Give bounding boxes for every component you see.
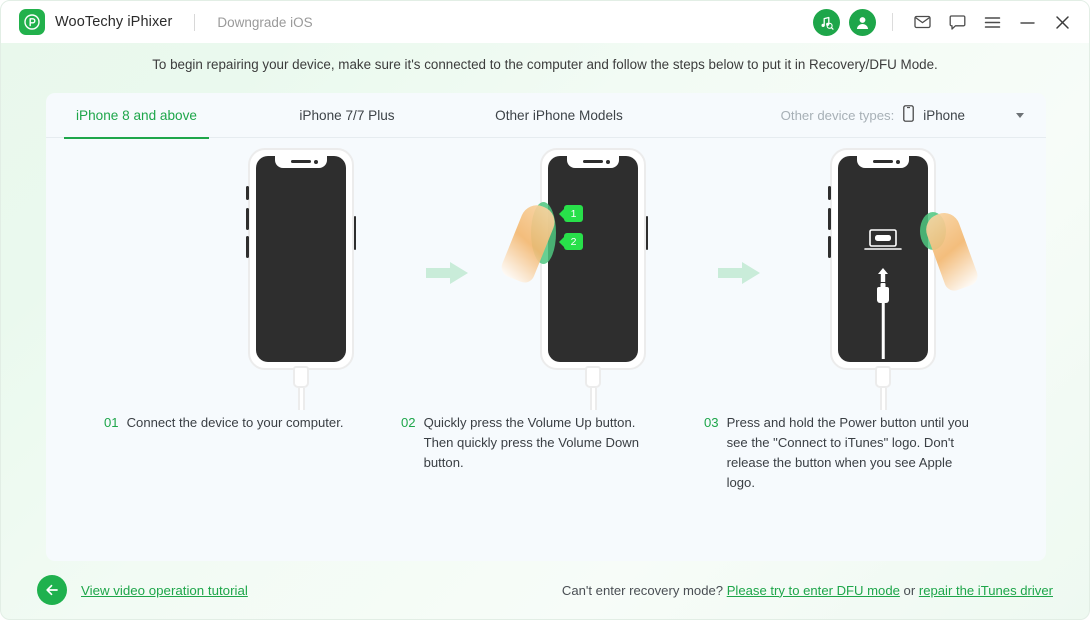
- phone-camera: [314, 159, 318, 164]
- itunes-driver-link[interactable]: repair the iTunes driver: [919, 583, 1053, 598]
- mute-switch: [246, 186, 249, 200]
- close-icon[interactable]: [1049, 10, 1075, 34]
- callout-badge-1: 1: [564, 205, 583, 222]
- phone-device-2: 1 2: [498, 148, 648, 370]
- power-button: [353, 216, 356, 250]
- brand-subtitle: Downgrade iOS: [217, 14, 313, 30]
- cable-wire: [879, 388, 887, 410]
- step-caption-1: 01 Connect the device to your computer.: [104, 413, 354, 433]
- wootechy-logo-icon: [19, 9, 45, 35]
- phone-device-1: [246, 148, 356, 370]
- tab-bar: iPhone 8 and above iPhone 7/7 Plus Other…: [46, 93, 1046, 139]
- cable-plug: [585, 366, 601, 388]
- tab-other-iphone-models[interactable]: Other iPhone Models: [484, 93, 634, 138]
- music-search-icon[interactable]: [813, 8, 840, 36]
- cable-plug-icon: [877, 287, 889, 303]
- tab-label: iPhone 8 and above: [76, 107, 197, 123]
- phone-speaker: [583, 160, 603, 163]
- arrow-left-icon: [46, 584, 58, 596]
- title-bar: WooTechy iPhixer Downgrade iOS: [1, 1, 1089, 43]
- tab-iphone-7[interactable]: iPhone 7/7 Plus: [272, 93, 422, 138]
- cable-wire-icon: [881, 303, 885, 359]
- illustration-step-3: [768, 138, 998, 413]
- step-caption-3: 03 Press and hold the Power button until…: [704, 413, 972, 493]
- computer-icon: [863, 228, 903, 256]
- main-card: iPhone 8 and above iPhone 7/7 Plus Other…: [46, 93, 1046, 561]
- tab-label: iPhone 7/7 Plus: [299, 107, 395, 123]
- phone-device-3: [828, 148, 981, 370]
- minimize-icon[interactable]: [1014, 10, 1040, 34]
- illustration-step-1: [186, 138, 416, 413]
- brand: WooTechy iPhixer Downgrade iOS: [19, 9, 313, 35]
- intro-text: To begin repairing your device, make sur…: [152, 57, 938, 72]
- video-tutorial-link[interactable]: View video operation tutorial: [81, 583, 248, 598]
- arrow-up-icon: [876, 268, 890, 282]
- step-caption-2: 02 Quickly press the Volume Up button. T…: [401, 413, 651, 473]
- chat-bubble-icon[interactable]: [944, 10, 970, 34]
- device-type-selector[interactable]: Other device types: iPhone: [781, 93, 1024, 138]
- footer-bar: View video operation tutorial Can't ente…: [1, 561, 1089, 619]
- arrow-right-icon: [718, 260, 760, 286]
- volume-down-button: [828, 236, 831, 258]
- volume-up-button: [828, 208, 831, 230]
- envelope-icon[interactable]: [909, 10, 935, 34]
- titlebar-divider: [892, 13, 893, 31]
- recovery-help-text: Can't enter recovery mode? Please try to…: [562, 583, 1053, 598]
- phone-outline-icon: [903, 104, 915, 127]
- illustration-step-2: 1 2: [478, 138, 708, 413]
- lightning-cable-1: [293, 366, 309, 410]
- phone-speaker: [291, 160, 311, 163]
- or-text: or: [903, 582, 916, 598]
- step-text: Connect the device to your computer.: [126, 415, 344, 430]
- app-window: WooTechy iPhixer Downgrade iOS To begin …: [0, 0, 1090, 620]
- step-number: 03: [704, 415, 719, 430]
- step-number: 02: [401, 415, 416, 430]
- tab-iphone-8-and-above[interactable]: iPhone 8 and above: [64, 93, 209, 139]
- cable-wire: [297, 388, 305, 410]
- cable-plug: [293, 366, 309, 388]
- titlebar-actions: [813, 8, 1075, 36]
- illustrations-row: 1 2: [46, 138, 1046, 413]
- phone-screen: [256, 156, 346, 362]
- callout-badge-2: 2: [564, 233, 583, 250]
- brand-name: WooTechy iPhixer: [55, 14, 173, 30]
- arrow-right-icon: [426, 260, 468, 286]
- power-button: [645, 216, 648, 250]
- device-type-label: Other device types:: [780, 108, 895, 123]
- volume-down-button: [246, 236, 249, 258]
- phone-camera: [896, 159, 900, 164]
- step-number: 01: [104, 415, 119, 430]
- step-text: Press and hold the Power button until yo…: [726, 415, 969, 490]
- phone-camera: [606, 159, 610, 164]
- phone-speaker: [873, 160, 893, 163]
- dfu-mode-link[interactable]: Please try to enter DFU mode: [727, 583, 900, 598]
- hand-finger-icon: [921, 208, 981, 294]
- hamburger-menu-icon[interactable]: [979, 10, 1005, 34]
- brand-divider: [194, 13, 196, 31]
- volume-up-button: [246, 208, 249, 230]
- cable-plug: [875, 366, 891, 388]
- mute-switch: [828, 186, 831, 200]
- recovery-question: Can't enter recovery mode?: [561, 582, 724, 598]
- back-button[interactable]: [37, 575, 67, 605]
- lightning-cable-3: [875, 366, 891, 410]
- device-type-value: iPhone: [923, 108, 965, 123]
- step-text: Quickly press the Volume Up button. Then…: [423, 415, 640, 470]
- chevron-down-icon[interactable]: [1016, 113, 1024, 118]
- cable-wire: [589, 388, 597, 410]
- phone-screen: [548, 156, 638, 362]
- user-avatar-icon[interactable]: [849, 8, 876, 36]
- tab-label: Other iPhone Models: [495, 107, 623, 123]
- lightning-cable-2: [585, 366, 601, 410]
